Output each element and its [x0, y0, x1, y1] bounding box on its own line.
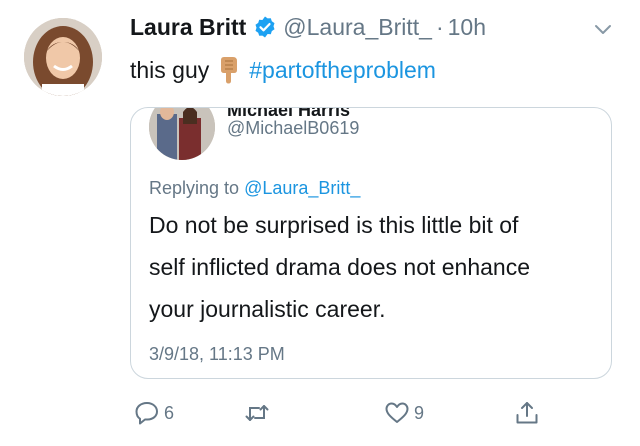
like-button[interactable]: 9 — [384, 398, 424, 428]
chevron-down-icon[interactable] — [592, 18, 614, 40]
share-icon — [516, 402, 538, 424]
quoted-tweet-card[interactable]: Michael Harris @MichaelB0619 Replying to… — [130, 107, 612, 379]
author-handle[interactable]: @Laura_Britt_ — [283, 14, 432, 41]
quoted-text-line: your journalistic career. — [149, 296, 386, 322]
hashtag-link[interactable]: #partoftheproblem — [249, 57, 436, 84]
quoted-author-avatar[interactable] — [149, 108, 215, 160]
quoted-author-handle[interactable]: @MichaelB0619 — [227, 118, 359, 139]
reply-button[interactable]: 6 — [134, 398, 174, 428]
reply-icon — [135, 402, 158, 425]
separator-dot: · — [435, 13, 444, 40]
replying-to-mention[interactable]: @Laura_Britt_ — [244, 178, 360, 198]
replying-to-label: Replying to — [149, 178, 240, 198]
reply-count: 6 — [164, 402, 175, 423]
tweet-header: Laura Britt @Laura_Britt_ · 10h — [130, 12, 486, 42]
quoted-text-line: self inflicted drama does not enhance — [149, 254, 531, 280]
quoted-text-line: Do not be surprised is this little bit o… — [149, 212, 519, 238]
action-bar: 6 9 — [0, 398, 640, 432]
like-icon — [385, 402, 409, 423]
replying-to-line: Replying to @Laura_Britt_ — [149, 178, 360, 199]
tweet-time[interactable]: 10h — [448, 14, 486, 41]
retweet-icon — [245, 405, 269, 421]
like-count: 9 — [414, 402, 425, 423]
share-button[interactable] — [514, 398, 540, 428]
author-name[interactable]: Laura Britt — [130, 14, 246, 41]
author-avatar[interactable] — [24, 18, 102, 96]
pointing-down-emoji-icon — [215, 56, 241, 84]
quoted-timestamp[interactable]: 3/9/18, 11:13 PM — [149, 344, 285, 365]
quoted-tweet-text: Do not be surprised is this little bit o… — [149, 204, 599, 330]
verified-badge-icon — [253, 15, 277, 39]
tweet-text: this guy #partoftheproblem — [130, 54, 436, 86]
tweet-text-body: this guy — [130, 56, 210, 83]
retweet-button[interactable] — [244, 398, 274, 428]
